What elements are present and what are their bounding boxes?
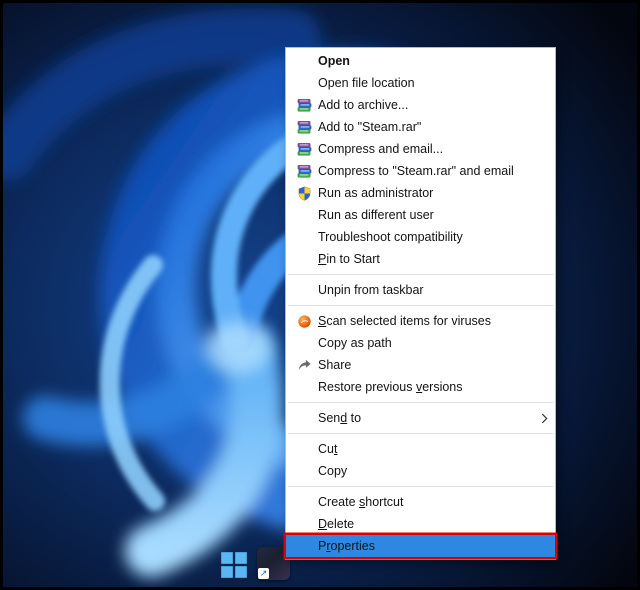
menu-item-add-to-steam-rar[interactable]: Add to "Steam.rar" <box>286 116 555 138</box>
menu-item-create-shortcut[interactable]: Create shortcut <box>286 491 555 513</box>
menu-item-properties[interactable]: Properties <box>286 535 555 557</box>
menu-item-label: Copy as path <box>318 336 392 350</box>
winrar-icon <box>290 98 318 113</box>
winrar-icon <box>290 164 318 179</box>
menu-item-label: Cut <box>318 442 338 456</box>
menu-item-label: Compress and email... <box>318 142 444 156</box>
menu-item-label: Add to archive... <box>318 98 409 112</box>
winrar-icon <box>290 142 318 157</box>
menu-item-run-as-administrator[interactable]: Run as administrator <box>286 182 555 204</box>
menu-item-copy[interactable]: Copy <box>286 460 555 482</box>
winrar-icon <box>290 120 318 135</box>
menu-item-delete[interactable]: Delete <box>286 513 555 535</box>
menu-item-add-to-archive[interactable]: Add to archive... <box>286 94 555 116</box>
menu-item-scan-selected-items-for-viruses[interactable]: Scan selected items for viruses <box>286 310 555 332</box>
menu-item-label: Run as different user <box>318 208 434 222</box>
shortcut-arrow-icon: ↗ <box>258 568 269 579</box>
menu-item-label: Scan selected items for viruses <box>318 314 491 328</box>
menu-item-label: Properties <box>318 539 375 553</box>
menu-item-label: Pin to Start <box>318 252 380 266</box>
menu-separator <box>288 305 553 306</box>
menu-item-pin-to-start[interactable]: Pin to Start <box>286 248 555 270</box>
menu-item-troubleshoot-compatibility[interactable]: Troubleshoot compatibility <box>286 226 555 248</box>
menu-item-label: Unpin from taskbar <box>318 283 424 297</box>
menu-item-compress-to-steam-rar-and-email[interactable]: Compress to "Steam.rar" and email <box>286 160 555 182</box>
menu-item-label: Create shortcut <box>318 495 404 509</box>
desktop-screen: ↗ Open Open file location Add to archive..… <box>0 0 640 590</box>
menu-item-label: Open file location <box>318 76 415 90</box>
menu-item-open-file-location[interactable]: Open file location <box>286 72 555 94</box>
submenu-arrow-icon <box>541 413 548 424</box>
menu-item-label: Open <box>318 54 350 68</box>
menu-item-run-as-different-user[interactable]: Run as different user <box>286 204 555 226</box>
menu-item-label: Compress to "Steam.rar" and email <box>318 164 514 178</box>
menu-item-label: Copy <box>318 464 348 478</box>
share-icon <box>290 358 318 373</box>
menu-separator <box>288 274 553 275</box>
menu-item-restore-previous-versions[interactable]: Restore previous versions <box>286 376 555 398</box>
menu-item-share[interactable]: Share <box>286 354 555 376</box>
menu-separator <box>288 433 553 434</box>
menu-item-label: Run as administrator <box>318 186 434 200</box>
menu-item-label: Send to <box>318 411 362 425</box>
menu-item-label: Add to "Steam.rar" <box>318 120 422 134</box>
menu-separator <box>288 486 553 487</box>
antivirus-icon <box>290 314 318 329</box>
menu-item-label: Delete <box>318 517 355 531</box>
menu-item-label: Share <box>318 358 352 372</box>
menu-item-open[interactable]: Open <box>286 50 555 72</box>
menu-item-label: Troubleshoot compatibility <box>318 230 463 244</box>
menu-item-unpin-from-taskbar[interactable]: Unpin from taskbar <box>286 279 555 301</box>
menu-item-copy-as-path[interactable]: Copy as path <box>286 332 555 354</box>
menu-separator <box>288 402 553 403</box>
windows-start-icon[interactable] <box>220 551 248 579</box>
menu-item-cut[interactable]: Cut <box>286 438 555 460</box>
uac-shield-icon <box>290 186 318 201</box>
menu-item-send-to[interactable]: Send to <box>286 407 555 429</box>
menu-item-compress-and-email[interactable]: Compress and email... <box>286 138 555 160</box>
menu-item-label: Restore previous versions <box>318 380 463 394</box>
context-menu: Open Open file location Add to archive... A… <box>285 47 556 560</box>
